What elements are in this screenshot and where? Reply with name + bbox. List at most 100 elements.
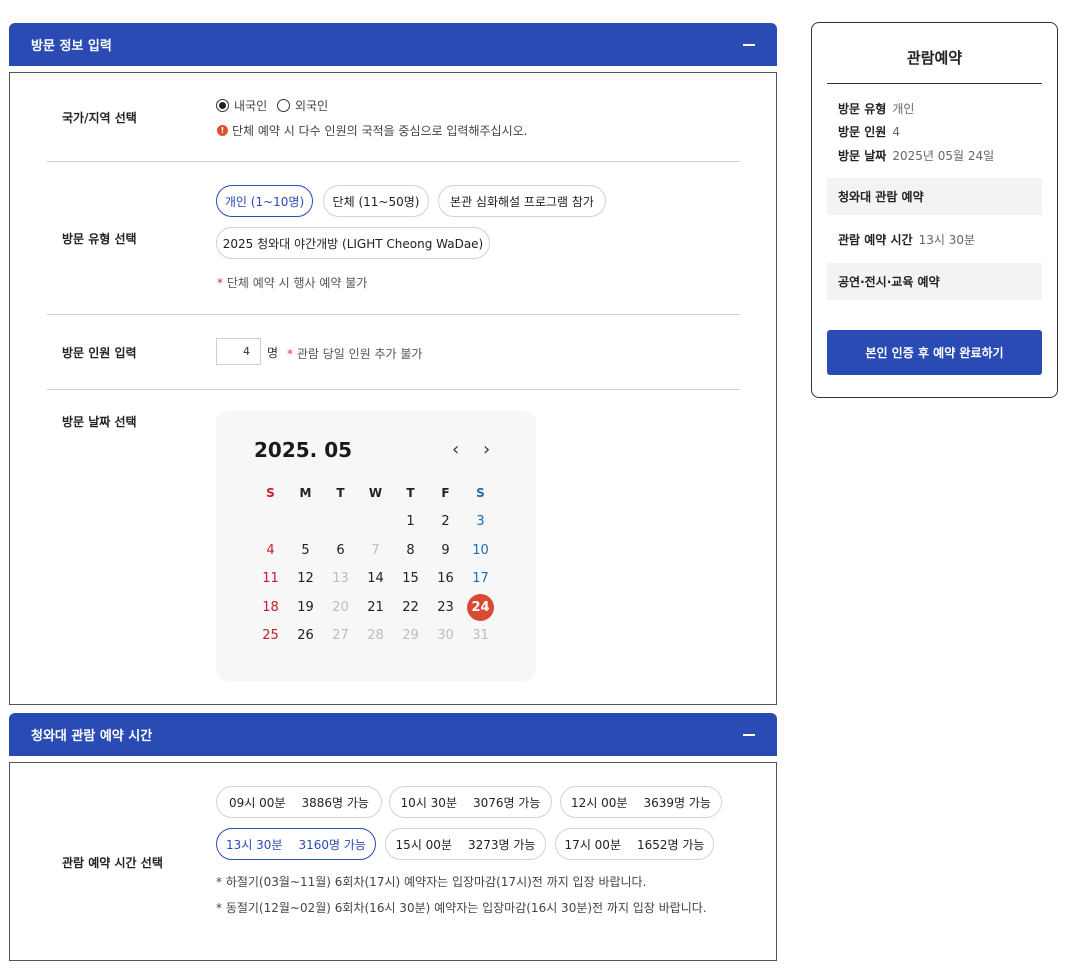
divider bbox=[47, 314, 740, 315]
type-group-button[interactable]: 단체 (11~50명) bbox=[323, 185, 429, 217]
calendar: 2025. 05 ‹ › S M T W T F S 1 2 3 4 5 6 7 8 9 10 11 12 13 14 1… bbox=[216, 411, 536, 681]
time-slot-capacity: 3160명 가능 bbox=[298, 837, 366, 852]
count-input[interactable]: 4 bbox=[216, 338, 261, 365]
calendar-day[interactable]: 8 bbox=[393, 536, 428, 564]
time-slot-capacity: 3886명 가능 bbox=[301, 795, 369, 810]
count-note: * 관람 당일 인원 추가 불가 bbox=[287, 345, 422, 362]
calendar-day: 31 bbox=[463, 622, 498, 650]
time-slot-button[interactable]: 17시 00분 1652명 가능 bbox=[555, 828, 714, 860]
radio-foreign-label: 외국인 bbox=[295, 99, 329, 113]
calendar-day-number: 15 bbox=[402, 571, 419, 586]
calendar-day-number: 23 bbox=[437, 599, 454, 615]
calendar-day-number: 31 bbox=[472, 628, 489, 643]
time-slot-capacity: 3076명 가능 bbox=[472, 795, 541, 810]
chevron-left-icon[interactable]: ‹ bbox=[452, 439, 459, 460]
complete-reservation-button[interactable]: 본인 인증 후 예약 완료하기 bbox=[827, 330, 1042, 375]
visit-info-header-title: 방문 정보 입력 bbox=[31, 39, 112, 54]
sidebar-date: 방문 날짜 2025년 05월 24일 bbox=[838, 147, 994, 164]
reservation-sidebar: 관람예약 방문 유형 개인 방문 인원 4 방문 날짜 2025년 05월 24일 청… bbox=[811, 22, 1058, 398]
time-slot-button-selected[interactable]: 13시 30분 3160명 가능 bbox=[216, 828, 376, 860]
weekday-header: F bbox=[441, 486, 450, 500]
sidebar-date-label: 방문 날짜 bbox=[838, 149, 887, 163]
calendar-day: 29 bbox=[393, 622, 428, 650]
calendar-day-number: 9 bbox=[441, 542, 450, 558]
warning-icon: ! bbox=[217, 125, 228, 136]
time-slot-capacity: 3273명 가능 bbox=[467, 837, 536, 852]
weekday-header: W bbox=[368, 486, 383, 500]
calendar-day[interactable]: 9 bbox=[428, 536, 463, 564]
calendar-day-number: 28 bbox=[367, 628, 384, 643]
time-slot-button[interactable]: 10시 30분 3076명 가능 bbox=[389, 786, 552, 818]
collapse-icon[interactable] bbox=[743, 43, 755, 46]
time-select-label: 관람 예약 시간 선택 bbox=[62, 856, 163, 870]
calendar-day-number: 30 bbox=[437, 628, 454, 643]
collapse-icon[interactable] bbox=[743, 733, 755, 736]
calendar-day-number: 12 bbox=[297, 571, 314, 586]
weekday-header: S bbox=[266, 486, 275, 500]
calendar-day[interactable]: 5 bbox=[288, 536, 323, 564]
time-slot-button[interactable]: 09시 00분 3886명 가능 bbox=[216, 786, 382, 818]
radio-foreign[interactable]: 외국인 bbox=[277, 97, 328, 114]
sidebar-title: 관람예약 bbox=[906, 49, 963, 67]
count-label: 방문 인원 입력 bbox=[62, 346, 137, 360]
visit-info-header[interactable]: 방문 정보 입력 bbox=[9, 23, 777, 66]
calendar-day[interactable]: 18 bbox=[253, 593, 288, 621]
calendar-day[interactable]: 25 bbox=[253, 622, 288, 650]
calendar-title: 2025. 05 bbox=[254, 438, 353, 462]
count-note-text: 관람 당일 인원 추가 불가 bbox=[293, 347, 423, 361]
calendar-day[interactable]: 6 bbox=[323, 536, 358, 564]
calendar-day-number: 16 bbox=[437, 571, 454, 586]
calendar-day-number: 8 bbox=[406, 542, 415, 558]
sidebar-visit-type-value: 개인 bbox=[892, 102, 915, 116]
calendar-day[interactable]: 26 bbox=[288, 622, 323, 650]
country-label: 국가/지역 선택 bbox=[62, 111, 137, 125]
time-note-summer: * 하절기(03월~11월) 6회차(17시) 예약자는 입장마감(17시)전 … bbox=[216, 875, 647, 889]
calendar-day[interactable]: 10 bbox=[463, 536, 498, 564]
time-slot-time: 15시 00분 bbox=[395, 837, 452, 852]
type-program-button[interactable]: 본관 심화해설 프로그램 참가 bbox=[438, 185, 606, 217]
calendar-day[interactable]: 23 bbox=[428, 593, 463, 621]
type-night-button[interactable]: 2025 청와대 야간개방 (LIGHT Cheong WaDae) bbox=[216, 227, 490, 259]
calendar-day[interactable]: 15 bbox=[393, 565, 428, 593]
calendar-day[interactable]: 11 bbox=[253, 565, 288, 593]
calendar-day-number: 3 bbox=[476, 514, 485, 529]
sidebar-box-events: 공연·전시·교육 예약 bbox=[827, 263, 1042, 300]
time-slot-button[interactable]: 12시 00분 3639명 가능 bbox=[560, 786, 722, 818]
sidebar-time-value: 13시 30분 bbox=[918, 233, 976, 247]
calendar-day-number: 13 bbox=[332, 571, 349, 586]
time-slot-time: 09시 00분 bbox=[229, 795, 286, 810]
time-section-header[interactable]: 청와대 관람 예약 시간 bbox=[9, 713, 777, 756]
sidebar-visit-type: 방문 유형 개인 bbox=[838, 100, 914, 117]
chevron-right-icon[interactable]: › bbox=[483, 439, 490, 460]
calendar-day[interactable]: 17 bbox=[463, 565, 498, 593]
time-slot-button[interactable]: 15시 00분 3273명 가능 bbox=[385, 828, 546, 860]
calendar-day[interactable]: 2 bbox=[428, 508, 463, 536]
time-section-header-title: 청와대 관람 예약 시간 bbox=[31, 729, 153, 744]
calendar-day-number: 29 bbox=[402, 628, 419, 643]
calendar-day[interactable]: 16 bbox=[428, 565, 463, 593]
calendar-day[interactable]: 12 bbox=[288, 565, 323, 593]
calendar-day[interactable]: 19 bbox=[288, 593, 323, 621]
time-slot-time: 10시 30분 bbox=[400, 795, 457, 810]
time-slot-time: 13시 30분 bbox=[226, 837, 283, 852]
calendar-day[interactable]: 22 bbox=[393, 593, 428, 621]
radio-foreign-dot[interactable] bbox=[277, 99, 290, 112]
sidebar-time: 관람 예약 시간 13시 30분 bbox=[838, 231, 975, 248]
radio-domestic-dot[interactable] bbox=[216, 99, 229, 112]
country-notice-text: 단체 예약 시 다수 인원의 국적을 중심으로 입력해주십시오. bbox=[232, 124, 528, 138]
calendar-day[interactable]: 4 bbox=[253, 536, 288, 564]
calendar-day-selected[interactable]: 24 bbox=[463, 593, 498, 621]
sidebar-time-label: 관람 예약 시간 bbox=[838, 233, 913, 247]
calendar-day-number: 6 bbox=[336, 542, 345, 558]
date-label: 방문 날짜 선택 bbox=[62, 415, 137, 429]
time-slot-capacity: 3639명 가능 bbox=[643, 795, 711, 810]
calendar-day[interactable]: 3 bbox=[463, 508, 498, 536]
type-individual-button[interactable]: 개인 (1~10명) bbox=[216, 185, 313, 217]
radio-domestic[interactable]: 내국인 bbox=[216, 97, 267, 114]
calendar-day[interactable]: 1 bbox=[393, 508, 428, 536]
calendar-day[interactable]: 21 bbox=[358, 593, 393, 621]
calendar-day-number: 5 bbox=[301, 542, 310, 558]
calendar-day[interactable]: 14 bbox=[358, 565, 393, 593]
type-note-text: 단체 예약 시 행사 예약 불가 bbox=[223, 276, 368, 290]
count-unit: 명 bbox=[267, 346, 279, 360]
